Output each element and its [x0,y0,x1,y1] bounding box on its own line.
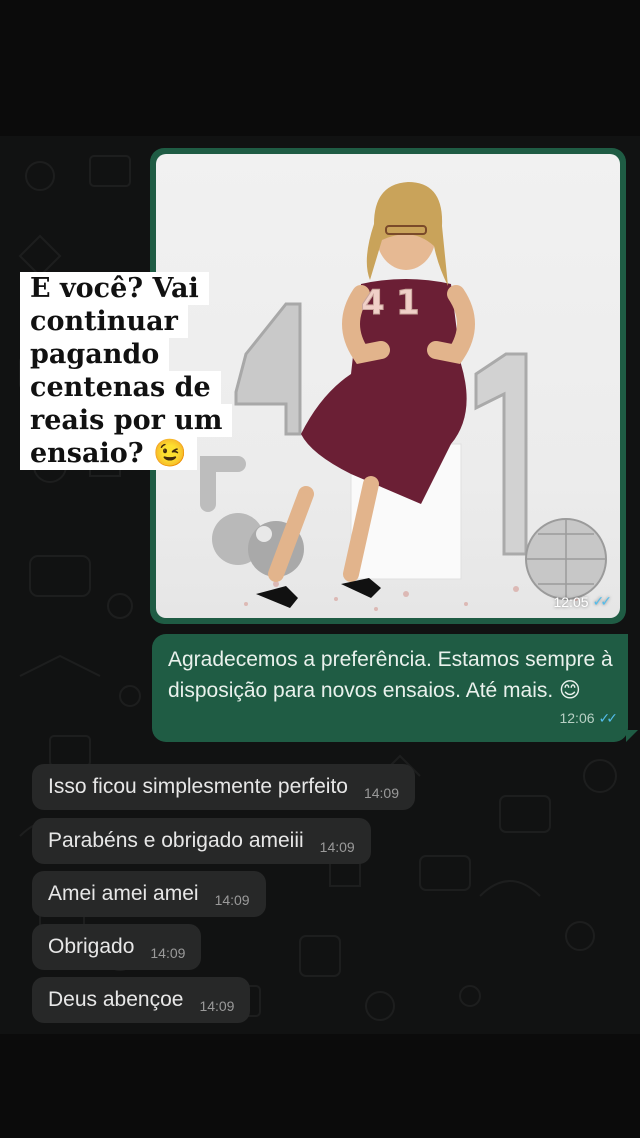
outgoing-message-meta: 12:06 ✓✓ [559,703,619,734]
incoming-message-time: 14:09 [214,892,250,908]
incoming-message-time: 14:09 [363,785,400,801]
outgoing-message-text: Agradecemos a preferência. Estamos sempr… [168,648,613,702]
incoming-message-text: Obrigado [48,935,135,958]
caption-line-5: reais por um [20,404,233,437]
svg-text:4: 4 [361,283,385,323]
incoming-message[interactable]: Amei amei amei 14:09 [32,871,266,917]
caption-line-2: continuar [20,305,188,338]
incoming-message-time: 14:09 [199,998,235,1014]
incoming-message[interactable]: Obrigado 14:09 [32,924,202,970]
bottom-black-bar [0,1034,640,1138]
overlay-caption: E você? Vai continuar pagando centenas d… [20,262,234,490]
caption-line-3: pagando [20,338,170,371]
caption-line-1: E você? Vai [20,272,209,305]
top-black-bar [0,0,640,136]
outgoing-message[interactable]: Agradecemos a preferência. Estamos sempr… [152,634,638,742]
incoming-message-text: Deus abençoe [48,988,184,1011]
image-message-time: 12:05 [553,593,589,610]
image-message-meta: 12:05 ✓✓ [553,593,613,610]
incoming-message-text: Isso ficou simplesmente perfeito [48,775,348,798]
incoming-message[interactable]: Isso ficou simplesmente perfeito 14:09 [32,764,416,810]
outgoing-message-time: 12:06 [559,710,595,726]
incoming-message[interactable]: Parabéns e obrigado ameiii 14:09 [32,818,371,864]
svg-text:1: 1 [396,283,420,323]
incoming-message-text: Parabéns e obrigado ameiii [48,829,304,852]
incoming-message-text: Amei amei amei [48,882,199,905]
double-check-read-icon: ✓✓ [592,593,613,609]
incoming-message[interactable]: Deus abençoe 14:09 [32,977,251,1023]
caption-line-4: centenas de [20,371,221,404]
incoming-message-time: 14:09 [150,945,186,961]
incoming-message-time: 14:09 [319,839,355,855]
bubble-tail [626,730,638,742]
double-check-read-icon: ✓✓ [598,710,619,726]
caption-line-6: ensaio? 😉 [20,437,197,470]
